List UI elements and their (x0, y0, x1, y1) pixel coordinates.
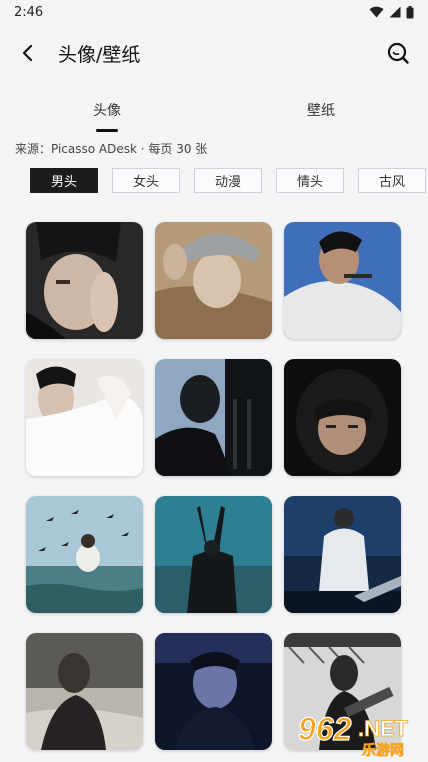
source-info: 来源：Picasso ADesk · 每页 30 张 (15, 142, 208, 156)
photo-boy-beanie (26, 222, 143, 339)
site-watermark: 962 .NET 乐游网 (297, 710, 409, 759)
signal-icon (389, 6, 401, 18)
back-arrow-icon (22, 44, 33, 62)
image-thumb[interactable] (284, 359, 401, 476)
image-thumb[interactable] (284, 222, 401, 339)
battery-icon (406, 5, 414, 18)
image-thumb[interactable] (26, 222, 143, 339)
back-button[interactable] (12, 37, 44, 69)
image-thumb[interactable] (284, 496, 401, 613)
tab-avatar[interactable]: 头像 (0, 86, 214, 134)
status-bar: 2:46 (0, 0, 428, 24)
image-thumb[interactable] (155, 633, 272, 750)
image-thumb[interactable] (26, 359, 143, 476)
svg-text:乐游网: 乐游网 (362, 742, 404, 758)
search-icon (387, 42, 409, 64)
status-icons (369, 5, 414, 19)
wifi-icon (369, 6, 384, 18)
chip-anime[interactable]: 动漫 (194, 168, 262, 193)
photo-boy-sea (284, 496, 401, 613)
photo-boy-sky (284, 222, 401, 339)
chip-female[interactable]: 女头 (112, 168, 180, 193)
image-thumb[interactable] (155, 496, 272, 613)
image-thumb[interactable] (26, 496, 143, 613)
tab-wallpaper[interactable]: 壁纸 (214, 86, 428, 134)
image-grid (26, 222, 401, 750)
chip-male[interactable]: 男头 (30, 168, 98, 193)
photo-sea-birds (26, 496, 143, 613)
photo-arms-raised (155, 496, 272, 613)
svg-text:.NET: .NET (358, 716, 409, 741)
status-time: 2:46 (14, 4, 44, 20)
svg-text:962: 962 (298, 711, 352, 747)
tab-avatar-label: 头像 (93, 103, 121, 119)
page-title: 头像/壁纸 (58, 43, 141, 66)
tab-indicator (96, 129, 118, 132)
image-thumb[interactable] (155, 359, 272, 476)
app-bar: 头像/壁纸 (0, 24, 428, 82)
tab-bar: 头像 壁纸 (0, 86, 428, 134)
search-button[interactable] (382, 37, 414, 69)
photo-silhouette-window (155, 359, 272, 476)
photo-boy-water-bw (26, 633, 143, 750)
image-thumb[interactable] (155, 222, 272, 339)
chip-ancient[interactable]: 古风 (358, 168, 426, 193)
photo-boy-helmet (284, 359, 401, 476)
chip-couple[interactable]: 情头 (276, 168, 344, 193)
category-chips: 男头 女头 动漫 情头 古风 (0, 168, 428, 194)
photo-boy-blue-light (155, 633, 272, 750)
tab-wallpaper-label: 壁纸 (307, 103, 335, 119)
photo-boy-white-cloth (26, 359, 143, 476)
photo-boy-hat (155, 222, 272, 339)
image-thumb[interactable] (26, 633, 143, 750)
watermark-logo: 962 .NET 乐游网 (296, 706, 422, 759)
